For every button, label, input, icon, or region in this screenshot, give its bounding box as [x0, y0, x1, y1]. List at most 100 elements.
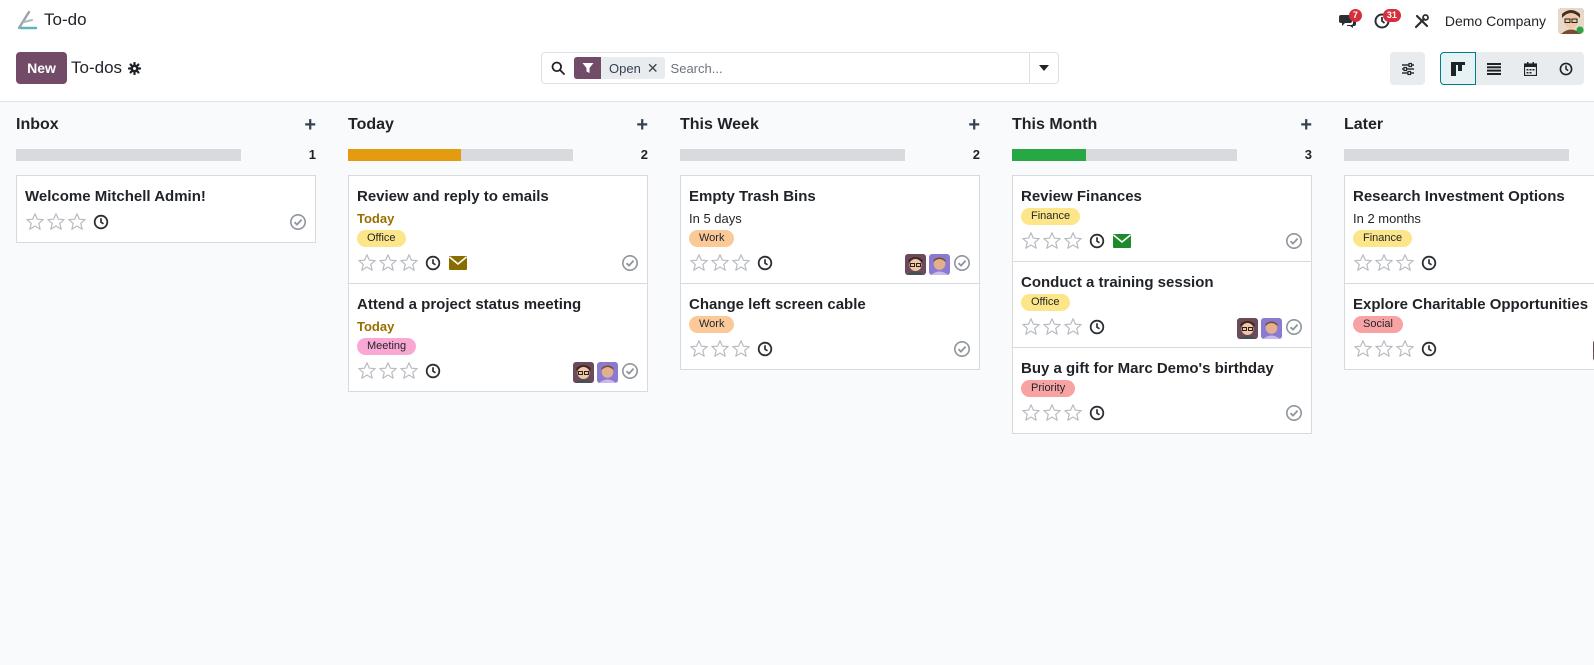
- priority-stars[interactable]: [1021, 317, 1083, 340]
- star-icon[interactable]: [731, 339, 751, 362]
- priority-stars[interactable]: [1353, 339, 1415, 362]
- star-icon[interactable]: [1395, 253, 1415, 276]
- column-title[interactable]: Inbox: [16, 116, 59, 133]
- add-card-icon[interactable]: +: [304, 115, 316, 135]
- activity-clock-icon[interactable]: [87, 214, 109, 233]
- search-options-toggle[interactable]: [1029, 53, 1058, 83]
- column-progress-bar[interactable]: [1012, 149, 1237, 161]
- add-card-icon[interactable]: +: [968, 115, 980, 135]
- activity-clock-icon[interactable]: [1083, 405, 1105, 424]
- kanban-card[interactable]: Conduct a training session Office: [1013, 262, 1311, 348]
- debug-tools-button[interactable]: [1405, 7, 1439, 35]
- priority-stars[interactable]: [1353, 253, 1415, 276]
- star-icon[interactable]: [1042, 231, 1062, 254]
- activity-clock-icon[interactable]: [1083, 319, 1105, 338]
- column-title[interactable]: This Month: [1012, 116, 1097, 133]
- star-icon[interactable]: [1063, 317, 1083, 340]
- kanban-card[interactable]: Change left screen cable Work: [681, 284, 979, 369]
- star-icon[interactable]: [1374, 253, 1394, 276]
- activity-clock-icon[interactable]: [751, 341, 773, 360]
- star-icon[interactable]: [67, 212, 87, 235]
- kanban-card[interactable]: Buy a gift for Marc Demo's birthday Prior…: [1013, 348, 1311, 433]
- star-icon[interactable]: [399, 361, 419, 384]
- star-icon[interactable]: [25, 212, 45, 235]
- priority-stars[interactable]: [1021, 403, 1083, 426]
- list-view-button[interactable]: [1476, 52, 1512, 85]
- envelope-icon[interactable]: [1105, 233, 1132, 251]
- kanban-card[interactable]: Welcome Mitchell Admin!: [17, 176, 315, 242]
- star-icon[interactable]: [1063, 403, 1083, 426]
- priority-stars[interactable]: [25, 212, 87, 235]
- star-icon[interactable]: [1042, 317, 1062, 340]
- star-icon[interactable]: [1021, 403, 1041, 426]
- star-icon[interactable]: [710, 253, 730, 276]
- add-card-icon[interactable]: +: [636, 115, 648, 135]
- activity-clock-icon[interactable]: [1415, 341, 1437, 360]
- star-icon[interactable]: [378, 253, 398, 276]
- star-icon[interactable]: [1021, 317, 1041, 340]
- star-icon[interactable]: [731, 253, 751, 276]
- kanban-view-button[interactable]: [1440, 52, 1476, 85]
- kanban-card[interactable]: Empty Trash Bins In 5 days Work: [681, 176, 979, 284]
- kanban-options-button[interactable]: [1390, 52, 1425, 85]
- column-progress-bar[interactable]: [680, 149, 905, 161]
- add-card-icon[interactable]: +: [1300, 115, 1312, 135]
- star-icon[interactable]: [710, 339, 730, 362]
- column-title[interactable]: Later: [1344, 116, 1383, 133]
- mark-done-icon[interactable]: [953, 340, 971, 361]
- star-icon[interactable]: [1063, 231, 1083, 254]
- assignee-avatar[interactable]: [597, 362, 618, 383]
- mark-done-icon[interactable]: [1285, 318, 1303, 339]
- activity-clock-icon[interactable]: [419, 255, 441, 274]
- envelope-icon[interactable]: [441, 255, 468, 273]
- priority-stars[interactable]: [357, 253, 419, 276]
- kanban-card[interactable]: Explore Charitable Opportunities Social: [1345, 284, 1594, 369]
- priority-stars[interactable]: [1021, 231, 1083, 254]
- kanban-card[interactable]: Research Investment Options In 2 months Fi…: [1345, 176, 1594, 284]
- star-icon[interactable]: [378, 361, 398, 384]
- search-icon[interactable]: [542, 61, 574, 75]
- assignee-avatar[interactable]: [1237, 318, 1258, 339]
- star-icon[interactable]: [357, 253, 377, 276]
- priority-stars[interactable]: [689, 339, 751, 362]
- calendar-view-button[interactable]: [1512, 52, 1548, 85]
- star-icon[interactable]: [1353, 253, 1373, 276]
- star-icon[interactable]: [1374, 339, 1394, 362]
- app-brand[interactable]: To-do: [16, 9, 87, 31]
- priority-stars[interactable]: [689, 253, 751, 276]
- activity-clock-icon[interactable]: [1415, 255, 1437, 274]
- star-icon[interactable]: [689, 253, 709, 276]
- column-progress-bar[interactable]: [348, 149, 573, 161]
- mark-done-icon[interactable]: [1285, 404, 1303, 425]
- search-input[interactable]: [670, 54, 1029, 82]
- activity-clock-icon[interactable]: [419, 363, 441, 382]
- activities-button[interactable]: 31: [1365, 7, 1401, 35]
- star-icon[interactable]: [1042, 403, 1062, 426]
- mark-done-icon[interactable]: [953, 254, 971, 275]
- new-button[interactable]: New: [16, 52, 67, 84]
- user-avatar[interactable]: [1558, 8, 1584, 34]
- column-title[interactable]: Today: [348, 116, 394, 133]
- company-switcher[interactable]: Demo Company: [1445, 13, 1546, 29]
- facet-remove-icon[interactable]: ✕: [647, 60, 665, 77]
- priority-stars[interactable]: [357, 361, 419, 384]
- assignee-avatar[interactable]: [929, 254, 950, 275]
- kanban-card[interactable]: Attend a project status meeting Today Meet…: [349, 284, 647, 391]
- star-icon[interactable]: [399, 253, 419, 276]
- messages-button[interactable]: 7: [1331, 7, 1365, 35]
- gear-icon[interactable]: [128, 61, 142, 75]
- mark-done-icon[interactable]: [1285, 232, 1303, 253]
- star-icon[interactable]: [689, 339, 709, 362]
- activity-clock-icon[interactable]: [1083, 233, 1105, 252]
- activity-clock-icon[interactable]: [751, 255, 773, 274]
- star-icon[interactable]: [1395, 339, 1415, 362]
- activity-view-button[interactable]: [1548, 52, 1584, 85]
- kanban-card[interactable]: Review Finances Finance: [1013, 176, 1311, 262]
- column-progress-bar[interactable]: [1344, 149, 1569, 161]
- star-icon[interactable]: [1021, 231, 1041, 254]
- star-icon[interactable]: [1353, 339, 1373, 362]
- kanban-card[interactable]: Review and reply to emails Today Office: [349, 176, 647, 284]
- star-icon[interactable]: [46, 212, 66, 235]
- mark-done-icon[interactable]: [621, 362, 639, 383]
- column-title[interactable]: This Week: [680, 116, 759, 133]
